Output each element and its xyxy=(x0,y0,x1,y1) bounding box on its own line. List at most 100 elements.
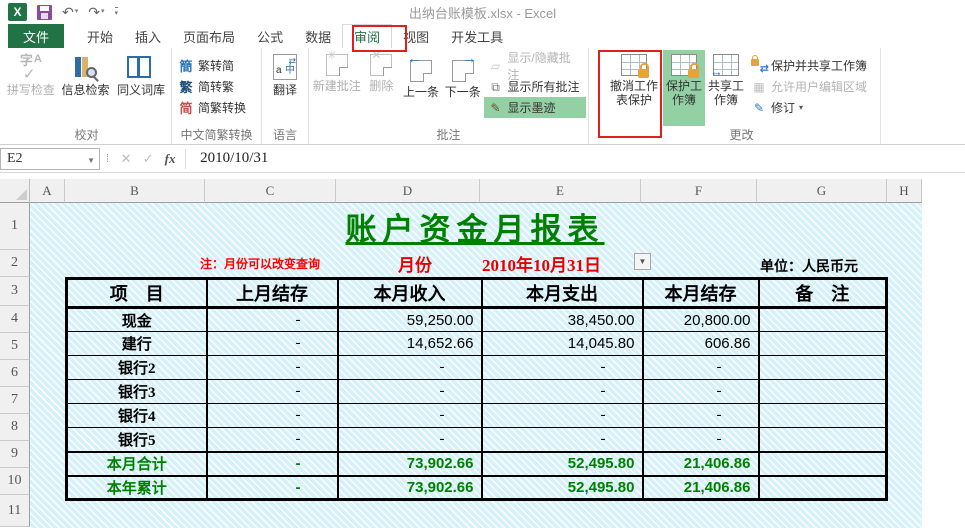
value-cell[interactable]: - xyxy=(336,355,483,380)
column-header-C[interactable]: C xyxy=(205,179,336,203)
simp-to-trad-button[interactable]: 繁 简转繁 xyxy=(174,76,250,97)
undo-caret-icon[interactable]: ▾ xyxy=(75,5,79,19)
value-cell[interactable]: 52,495.80 xyxy=(480,450,644,476)
value-cell[interactable]: - xyxy=(205,331,339,356)
report-title-cell[interactable]: 账户资金月报表 xyxy=(65,204,885,249)
value-cell[interactable]: - xyxy=(205,403,339,428)
row-label-cell[interactable]: 本月合计 xyxy=(65,450,208,476)
note-cell[interactable]: 注：月份可以改变查询 xyxy=(200,255,370,272)
row-header-4[interactable]: 4 xyxy=(0,306,30,333)
table-column-header[interactable]: 上月结存 xyxy=(205,277,339,309)
value-cell[interactable]: 59,250.00 xyxy=(336,307,483,332)
qat-customize-icon[interactable]: ▾ xyxy=(114,7,119,17)
value-cell[interactable]: 73,902.66 xyxy=(336,450,483,476)
sheet-canvas[interactable]: 账户资金月报表 注：月份可以改变查询 月份 2010年10月31日 ▼ 单位：人… xyxy=(30,203,922,528)
value-cell[interactable] xyxy=(757,427,888,452)
column-header-D[interactable]: D xyxy=(336,179,480,203)
row-label-cell[interactable]: 现金 xyxy=(65,307,208,332)
value-cell[interactable]: - xyxy=(641,379,760,404)
row-header-2[interactable]: 2 xyxy=(0,250,30,277)
value-cell[interactable]: 14,652.66 xyxy=(336,331,483,356)
tab-home[interactable]: 开始 xyxy=(76,24,124,48)
tab-page-layout[interactable]: 页面布局 xyxy=(172,24,246,48)
value-cell[interactable]: 21,406.86 xyxy=(641,474,760,500)
value-cell[interactable]: - xyxy=(641,403,760,428)
value-cell[interactable]: - xyxy=(641,427,760,452)
tab-data[interactable]: 数据 xyxy=(294,24,342,48)
value-cell[interactable]: 38,450.00 xyxy=(480,307,644,332)
row-header-7[interactable]: 7 xyxy=(0,387,30,414)
show-all-comments-button[interactable]: ⧉ 显示所有批注 xyxy=(484,76,586,97)
value-cell[interactable]: - xyxy=(480,403,644,428)
row-header-9[interactable]: 9 xyxy=(0,441,30,468)
unit-label-cell[interactable]: 单位：人民币元 xyxy=(760,256,915,276)
value-cell[interactable]: 21,406.86 xyxy=(641,450,760,476)
value-cell[interactable]: 606.86 xyxy=(641,331,760,356)
row-header-5[interactable]: 5 xyxy=(0,333,30,360)
value-cell[interactable]: - xyxy=(641,355,760,380)
row-label-cell[interactable]: 银行4 xyxy=(65,403,208,428)
table-column-header[interactable]: 本月结存 xyxy=(641,277,760,309)
value-cell[interactable]: - xyxy=(480,355,644,380)
track-changes-button[interactable]: ✎ 修订 ▾ xyxy=(747,97,871,118)
redo-button[interactable]: ↷ ▾ xyxy=(88,5,104,19)
value-cell[interactable] xyxy=(757,379,888,404)
value-cell[interactable] xyxy=(757,474,888,500)
row-label-cell[interactable]: 建行 xyxy=(65,331,208,356)
tab-formulas[interactable]: 公式 xyxy=(246,24,294,48)
value-cell[interactable] xyxy=(757,307,888,332)
delete-comment-button[interactable]: ✕ 删除 xyxy=(363,48,401,126)
spelling-button[interactable]: 字 A ✓ 拼写检查 xyxy=(4,50,58,126)
value-cell[interactable] xyxy=(757,403,888,428)
value-cell[interactable]: 73,902.66 xyxy=(336,474,483,500)
column-header-F[interactable]: F xyxy=(641,179,757,203)
redo-caret-icon[interactable]: ▾ xyxy=(101,5,105,19)
trad-to-simp-button[interactable]: 簡 繁转简 xyxy=(174,55,250,76)
column-header-G[interactable]: G xyxy=(757,179,887,203)
unprotect-sheet-button[interactable]: 撤消工作表保护 xyxy=(605,50,663,126)
date-validation-dropdown[interactable]: ▼ xyxy=(634,253,651,270)
thesaurus-button[interactable]: 同义词库 xyxy=(113,50,169,126)
row-label-cell[interactable]: 银行2 xyxy=(65,355,208,380)
row-header-11[interactable]: 11 xyxy=(0,495,30,527)
table-column-header[interactable]: 本月支出 xyxy=(480,277,644,309)
row-label-cell[interactable]: 本年累计 xyxy=(65,474,208,500)
protect-workbook-button[interactable]: 保护工作簿 xyxy=(663,50,705,126)
value-cell[interactable]: - xyxy=(336,403,483,428)
tab-review[interactable]: 审阅 xyxy=(342,24,393,48)
value-cell[interactable]: - xyxy=(205,474,339,500)
undo-button[interactable]: ↶ ▾ xyxy=(62,5,78,19)
value-cell[interactable]: 20,800.00 xyxy=(641,307,760,332)
tab-developer[interactable]: 开发工具 xyxy=(440,24,514,48)
value-cell[interactable]: - xyxy=(205,379,339,404)
value-cell[interactable]: - xyxy=(205,427,339,452)
previous-comment-button[interactable]: ← 上一条 xyxy=(400,50,442,126)
value-cell[interactable]: - xyxy=(336,427,483,452)
row-header-1[interactable]: 1 xyxy=(0,203,30,250)
tab-file[interactable]: 文件 xyxy=(8,24,65,48)
value-cell[interactable]: - xyxy=(205,450,339,476)
table-column-header[interactable]: 本月收入 xyxy=(336,277,483,309)
confirm-entry-button[interactable]: ✓ xyxy=(137,151,159,167)
research-button[interactable]: 信息检索 xyxy=(58,50,114,126)
value-cell[interactable] xyxy=(757,331,888,356)
month-label-cell[interactable]: 月份 xyxy=(360,251,470,276)
insert-function-button[interactable]: fx xyxy=(159,151,181,167)
row-label-cell[interactable]: 银行5 xyxy=(65,427,208,452)
row-label-cell[interactable]: 银行3 xyxy=(65,379,208,404)
value-cell[interactable] xyxy=(757,355,888,380)
next-comment-button[interactable]: → 下一条 xyxy=(442,50,484,126)
new-comment-button[interactable]: ✳ 新建批注 xyxy=(311,48,363,126)
save-icon[interactable] xyxy=(37,4,52,20)
row-header-10[interactable]: 10 xyxy=(0,468,30,495)
translate-button[interactable]: a 中 ⇄ 翻译 xyxy=(264,50,306,126)
value-cell[interactable]: - xyxy=(480,379,644,404)
row-header-3[interactable]: 3 xyxy=(0,277,30,306)
name-box[interactable]: E2 ▼ xyxy=(0,147,100,170)
tab-view[interactable]: 视图 xyxy=(392,24,440,48)
value-cell[interactable]: 52,495.80 xyxy=(480,474,644,500)
value-cell[interactable]: - xyxy=(205,307,339,332)
protect-share-workbook-button[interactable]: ⇄ 保护并共享工作簿 xyxy=(747,54,871,76)
date-cell-e2[interactable]: 2010年10月31日 xyxy=(482,251,632,276)
row-header-8[interactable]: 8 xyxy=(0,414,30,441)
